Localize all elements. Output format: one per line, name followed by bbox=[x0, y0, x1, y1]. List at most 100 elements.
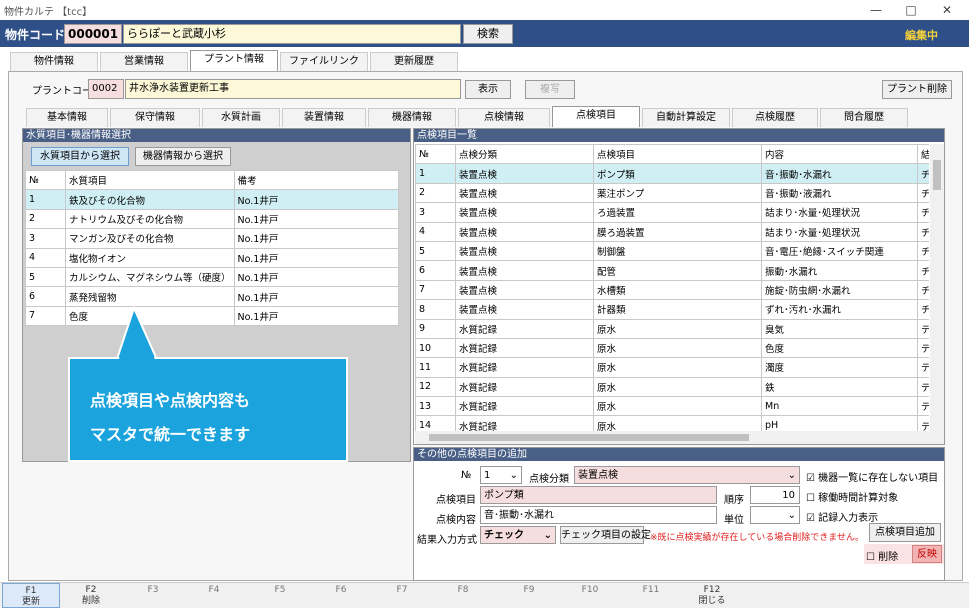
f4-button[interactable]: F4 bbox=[185, 583, 243, 608]
delete-apply-area: ☐ 削除 反映 bbox=[864, 544, 944, 564]
add-inspection-item-button[interactable]: 点検項目追加 bbox=[869, 523, 941, 542]
tab-basic-info[interactable]: 基本情報 bbox=[26, 108, 108, 127]
close-button[interactable]: ✕ bbox=[933, 1, 961, 19]
unit-select[interactable]: ⌄ bbox=[750, 506, 800, 524]
table-row[interactable]: 14水質記録原水pHテキ bbox=[415, 415, 929, 431]
inspection-table: №点検分類点検項目内容結 1装置点検ポンプ類音･振動･水漏れチェ 2装置点検薬注… bbox=[415, 144, 929, 431]
order-field[interactable]: 10 bbox=[750, 486, 800, 504]
tab-property-info[interactable]: 物件情報 bbox=[10, 52, 98, 71]
callout-line1: 点検項目や点検内容も bbox=[90, 391, 251, 410]
table-row[interactable]: 10水質記録原水色度テキ bbox=[415, 337, 929, 359]
f5-button[interactable]: F5 bbox=[251, 583, 309, 608]
tab-inspection-history[interactable]: 点検履歴 bbox=[732, 108, 818, 127]
minimize-button[interactable]: — bbox=[862, 1, 890, 19]
f10-button[interactable]: F10 bbox=[561, 583, 619, 608]
add-item-form-title: その他の点検項目の追加 bbox=[414, 448, 944, 461]
order-label: 順序 bbox=[724, 495, 744, 506]
tab-file-link[interactable]: ファイルリンク bbox=[280, 52, 368, 71]
f3-button[interactable]: F3 bbox=[124, 583, 182, 608]
input-mode-label: 結果入力方式 bbox=[417, 535, 477, 546]
tab-maintenance-info[interactable]: 保守情報 bbox=[110, 108, 200, 127]
apply-button[interactable]: 反映 bbox=[912, 545, 942, 563]
no-label: № bbox=[461, 470, 472, 481]
input-mode-select[interactable]: チェック ⌄ bbox=[480, 526, 556, 544]
title-bar: 物件カルテ 【tcc】 — □ ✕ bbox=[0, 0, 969, 20]
f11-button[interactable]: F11 bbox=[622, 583, 680, 608]
record-display-checkbox[interactable]: ☑ 記録入力表示 bbox=[806, 509, 878, 524]
table-row[interactable]: 11水質記録原水濁度テキ bbox=[415, 357, 929, 378]
tab-water-quality-plan[interactable]: 水質計画 bbox=[202, 108, 280, 127]
operating-time-checkbox[interactable]: ☐ 稼働時間計算対象 bbox=[806, 489, 898, 504]
horizontal-scrollbar[interactable] bbox=[415, 431, 944, 444]
show-button[interactable]: 表示 bbox=[465, 80, 511, 99]
table-row[interactable]: 7装置点検水槽類施錠･防虫網･水漏れチェ bbox=[415, 279, 929, 301]
f6-button[interactable]: F6 bbox=[312, 583, 370, 608]
table-row[interactable]: 9水質記録原水臭気テキ bbox=[415, 318, 929, 339]
table-row[interactable]: 12水質記録原水鉄テキ bbox=[415, 376, 929, 398]
f7-button[interactable]: F7 bbox=[373, 583, 431, 608]
f8-button[interactable]: F8 bbox=[434, 583, 492, 608]
table-row[interactable]: 6装置点検配管振動･水漏れチェ bbox=[415, 260, 929, 281]
not-in-equipment-checkbox[interactable]: ☑ 機器一覧に存在しない項目 bbox=[806, 469, 938, 484]
water-quality-panel-title: 水質項目･機器情報選択 bbox=[23, 129, 410, 142]
tab-inspection-info[interactable]: 点検情報 bbox=[458, 108, 550, 127]
table-row[interactable]: 3装置点検ろ過装置詰まり･水量･処理状況チェ bbox=[415, 202, 929, 223]
vertical-scroll-thumb[interactable] bbox=[933, 160, 941, 190]
table-row[interactable]: 2 ナトリウム及びその化合物 No.1井戸 bbox=[25, 208, 400, 230]
table-row[interactable]: 4 塩化物イオン No.1井戸 bbox=[25, 247, 400, 268]
table-row[interactable]: 5装置点検制御盤音･電圧･絶縁･スイッチ関連チェ bbox=[415, 240, 929, 262]
delete-warning-text: ※既に点検実績が存在している場合削除できません。 bbox=[650, 533, 865, 543]
select-from-water-quality-button[interactable]: 水質項目から選択 bbox=[31, 147, 129, 166]
tab-plant-info[interactable]: プラント情報 bbox=[190, 50, 278, 71]
check-item-settings-button[interactable]: チェック項目の設定 bbox=[560, 526, 651, 544]
tab-auto-calc[interactable]: 自動計算設定 bbox=[642, 108, 730, 127]
f9-button[interactable]: F9 bbox=[500, 583, 558, 608]
table-row[interactable]: 4装置点検膜ろ過装置詰まり･水量･処理状況チェ bbox=[415, 221, 929, 242]
search-button[interactable]: 検索 bbox=[463, 24, 513, 44]
table-row[interactable]: 2装置点検薬注ポンプ音･振動･液漏れチェ bbox=[415, 182, 929, 204]
no-select[interactable]: 1 ⌄ bbox=[480, 466, 522, 484]
maximize-button[interactable]: □ bbox=[897, 1, 925, 19]
select-from-equipment-button[interactable]: 機器情報から選択 bbox=[135, 147, 231, 166]
unit-label: 単位 bbox=[724, 515, 744, 526]
f12-close-button[interactable]: F12 閉じる bbox=[683, 583, 741, 608]
f1-update-button[interactable]: F1 更新 bbox=[2, 583, 60, 608]
inspection-list-title: 点検項目一覧 bbox=[414, 129, 944, 142]
main-tab-bar: 物件情報 営業情報 プラント情報 ファイルリンク 更新履歴 bbox=[0, 47, 969, 71]
property-code-field[interactable]: 000001 bbox=[64, 24, 122, 44]
vertical-scrollbar[interactable] bbox=[930, 144, 944, 431]
header-bar: 物件コード 000001 ららぽーと武蔵小杉 検索 編集中 bbox=[0, 20, 969, 47]
category-select[interactable]: 装置点検 ⌄ bbox=[574, 466, 800, 484]
col-no: № bbox=[25, 169, 66, 191]
table-row[interactable]: 13水質記録原水Mnテキ bbox=[415, 396, 929, 417]
property-name-field[interactable]: ららぽーと武蔵小杉 bbox=[123, 24, 461, 44]
content-field[interactable]: 音･振動･水漏れ bbox=[480, 506, 717, 524]
tab-device-info[interactable]: 装置情報 bbox=[282, 108, 366, 127]
table-row[interactable]: 1装置点検ポンプ類音･振動･水漏れチェ bbox=[415, 163, 929, 184]
f2-delete-button[interactable]: F2 削除 bbox=[62, 583, 120, 608]
tab-sales-info[interactable]: 営業情報 bbox=[100, 52, 188, 71]
callout-text: 点検項目や点検内容も マスタで統一できます bbox=[90, 384, 250, 452]
property-code-label: 物件コード bbox=[5, 28, 66, 42]
plant-name-field[interactable]: 井水浄水装置更新工事 bbox=[125, 79, 461, 99]
table-row[interactable]: 5 カルシウム、マグネシウム等（硬度） No.1井戸 bbox=[25, 266, 400, 288]
add-item-form: その他の点検項目の追加 № 1 ⌄ 点検分類 装置点検 ⌄ ☑ 機器一覧に存在しない… bbox=[413, 447, 945, 581]
horizontal-scroll-thumb[interactable] bbox=[429, 434, 749, 441]
tab-equipment-info[interactable]: 機器情報 bbox=[368, 108, 456, 127]
tab-inspection-items[interactable]: 点検項目 bbox=[552, 106, 640, 127]
table-row[interactable]: 1 鉄及びその化合物 No.1井戸 bbox=[25, 189, 400, 210]
item-field[interactable]: ポンプ類 bbox=[480, 486, 717, 504]
table-row[interactable]: 8装置点検計器類ずれ･汚れ･水漏れチェ bbox=[415, 299, 929, 320]
edit-status-label: 編集中 bbox=[905, 29, 938, 42]
delete-checkbox[interactable]: ☐ 削除 bbox=[866, 548, 898, 563]
table-row[interactable]: 3 マンガン及びその化合物 No.1井戸 bbox=[25, 228, 400, 249]
inspection-list-panel: 点検項目一覧 №点検分類点検項目内容結 1装置点検ポンプ類音･振動･水漏れチェ … bbox=[413, 128, 945, 445]
item-label: 点検項目 bbox=[436, 495, 476, 506]
callout-line2: マスタで統一できます bbox=[90, 425, 251, 444]
tab-inquiry-history[interactable]: 問合履歴 bbox=[820, 108, 908, 127]
tab-update-history[interactable]: 更新履歴 bbox=[370, 52, 458, 71]
plant-delete-button[interactable]: プラント削除 bbox=[882, 80, 952, 99]
plant-code-field[interactable]: 0002 bbox=[88, 79, 124, 99]
col-remarks: 備考 bbox=[233, 169, 400, 191]
copy-button[interactable]: 複写 bbox=[525, 80, 575, 99]
